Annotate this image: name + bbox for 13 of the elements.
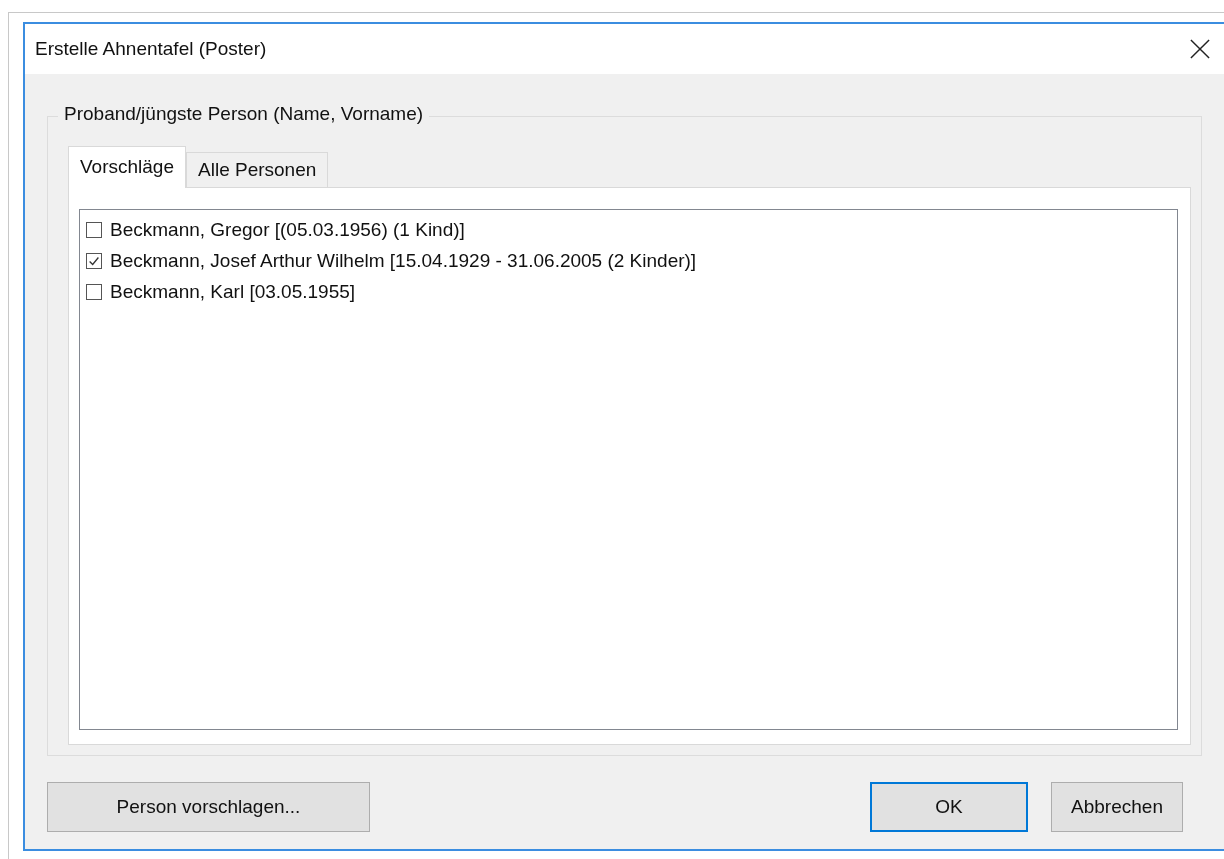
checkbox[interactable] xyxy=(86,221,102,238)
checkbox[interactable] xyxy=(86,283,102,300)
window-title: Erstelle Ahnentafel (Poster) xyxy=(35,38,267,60)
tab[interactable]: Vorschläge xyxy=(68,146,186,188)
list-item[interactable]: Beckmann, Josef Arthur Wilhelm [15.04.1929 - 31.06.2005 (2 Kinder)] xyxy=(110,249,697,272)
dialog-button[interactable]: Abbrechen xyxy=(1051,782,1183,832)
close-icon[interactable] xyxy=(1190,39,1210,59)
checkbox[interactable] xyxy=(86,252,102,269)
list-item[interactable]: Beckmann, Gregor [(05.03.1956) (1 Kind)] xyxy=(110,218,465,241)
tab[interactable]: Alle Personen xyxy=(186,152,329,187)
dialog-button[interactable]: OK xyxy=(870,782,1028,832)
dialog-button[interactable]: Person vorschlagen... xyxy=(47,782,370,832)
list-item[interactable]: Beckmann, Karl [03.05.1955] xyxy=(110,280,356,303)
